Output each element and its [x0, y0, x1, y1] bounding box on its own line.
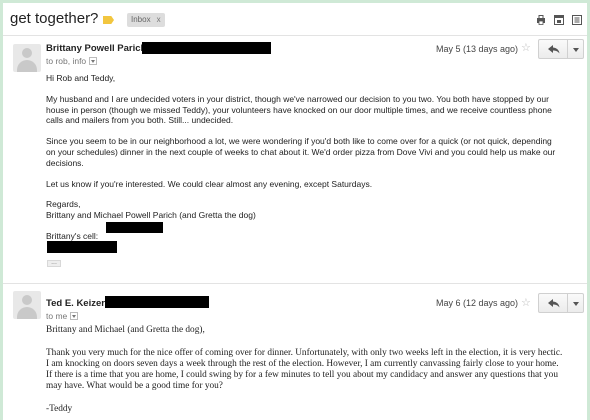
body-paragraph: -Teddy [46, 403, 73, 414]
details-dropdown-icon[interactable] [89, 57, 98, 65]
inbox-label-text: Inbox [131, 15, 151, 24]
subject-bar: get together? Inbox x [3, 3, 587, 35]
redacted-text [47, 241, 117, 253]
inbox-label-chip[interactable]: Inbox x [127, 13, 165, 27]
signoff: Regards, [46, 199, 81, 210]
body-paragraph: Hi Rob and Teddy, [46, 73, 116, 83]
recipients-line[interactable]: to rob, info [46, 56, 98, 66]
body-paragraph: Thank you very much for the nice offer o… [46, 347, 563, 391]
body-paragraph: My husband and I are undecided voters in… [46, 93, 552, 126]
show-trimmed-content-button[interactable]: ... [47, 259, 61, 267]
print-icon[interactable] [536, 15, 546, 25]
email-thread-window: get together? Inbox x Brittany Powell Par… [3, 3, 587, 420]
redacted-phone [106, 222, 163, 233]
sender-name[interactable]: Ted E. Keizer [46, 298, 105, 309]
redacted-email [105, 296, 209, 308]
signature: Brittany and Michael Powell Parich (and … [46, 210, 256, 221]
redacted-email [142, 42, 271, 54]
reply-button[interactable] [538, 39, 568, 59]
message-body: Brittany and Michael (and Gretta the dog… [46, 325, 566, 420]
more-actions-button[interactable] [568, 39, 584, 59]
avatar [13, 291, 41, 319]
recipients-line[interactable]: to me [46, 311, 79, 321]
remove-label-icon[interactable]: x [157, 15, 161, 24]
message-date: May 6 (12 days ago) [436, 298, 519, 308]
reply-arrow-icon [548, 299, 560, 308]
reply-button[interactable] [538, 293, 568, 313]
more-actions-button[interactable] [568, 293, 584, 313]
star-icon[interactable]: ☆ [521, 296, 531, 309]
thread-subject: get together? [10, 10, 99, 27]
message-divider [3, 283, 587, 284]
body-paragraph: Since you seem to be in our neighborhood… [46, 136, 556, 168]
message-body: Hi Rob and Teddy, My husband and I are u… [46, 73, 556, 242]
sender-name[interactable]: Brittany Powell Parich [46, 43, 146, 54]
body-paragraph: Brittany and Michael (and Gretta the dog… [46, 325, 205, 335]
importance-marker-icon[interactable] [103, 16, 114, 24]
avatar [13, 44, 41, 72]
message-date: May 5 (13 days ago) [436, 44, 519, 54]
recipients-text: to rob, info [46, 56, 87, 66]
recipients-text: to me [46, 311, 68, 321]
details-dropdown-icon[interactable] [70, 312, 79, 320]
archive-icon[interactable] [572, 15, 582, 25]
header-divider [3, 35, 587, 36]
new-window-icon[interactable] [554, 15, 564, 25]
star-icon[interactable]: ☆ [521, 41, 531, 54]
body-paragraph: Let us know if you're interested. We cou… [46, 178, 373, 189]
reply-arrow-icon [548, 45, 560, 54]
